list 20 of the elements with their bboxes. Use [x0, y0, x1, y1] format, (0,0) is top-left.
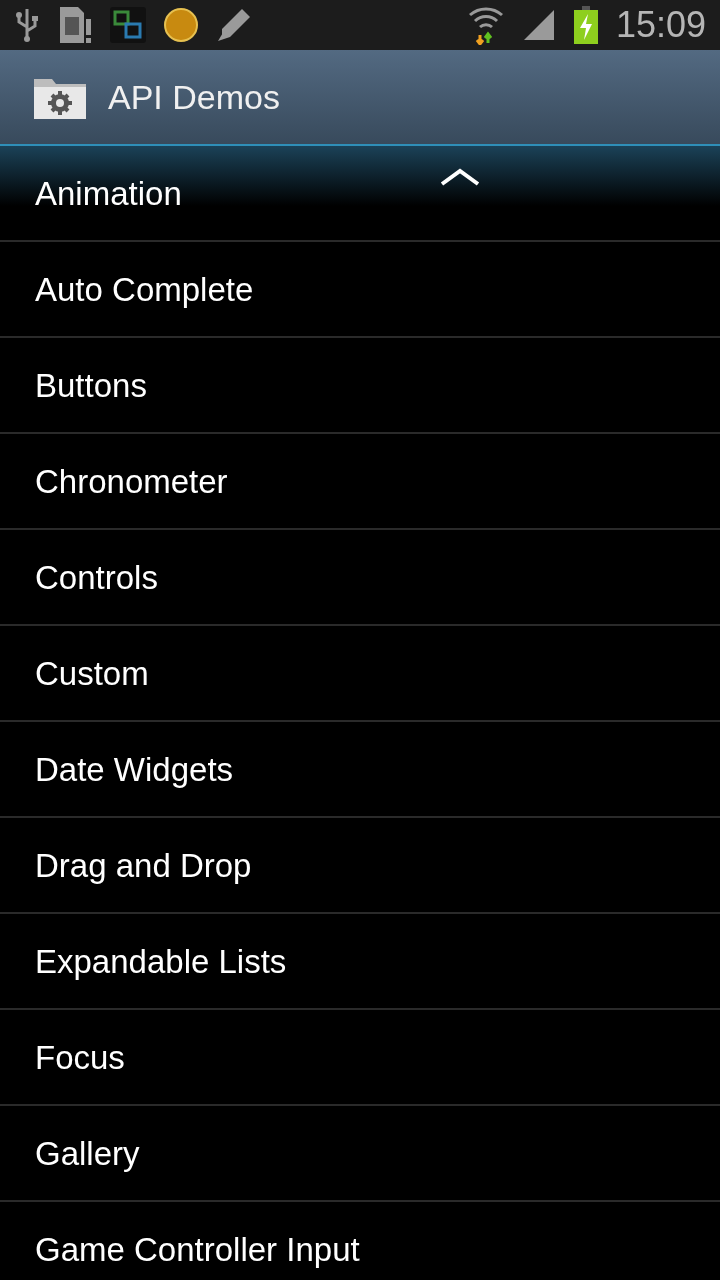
list-item[interactable]: Custom — [0, 626, 720, 722]
app-title: API Demos — [108, 76, 280, 118]
list-item[interactable]: Controls — [0, 530, 720, 626]
list-item[interactable]: Animation — [0, 146, 720, 242]
battery-icon — [573, 6, 598, 44]
clock: 15:09 — [615, 7, 706, 43]
usb-icon — [14, 7, 40, 43]
list-item[interactable]: Buttons — [0, 338, 720, 434]
list-item[interactable]: Date Widgets — [0, 722, 720, 818]
pencil-icon — [216, 7, 252, 43]
list-item[interactable]: Expandable Lists — [0, 914, 720, 1010]
sd-card-icon — [58, 5, 92, 45]
list-item[interactable]: Gallery — [0, 1106, 720, 1202]
wifi-icon — [467, 5, 504, 45]
list-item[interactable]: Chronometer — [0, 434, 720, 530]
list-item[interactable]: Game Controller Input — [0, 1202, 720, 1280]
list-item[interactable]: Drag and Drop — [0, 818, 720, 914]
list-item[interactable]: Focus — [0, 1010, 720, 1106]
list-item[interactable]: Auto Complete — [0, 242, 720, 338]
scroll-up-icon — [440, 168, 480, 186]
